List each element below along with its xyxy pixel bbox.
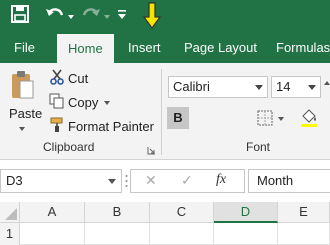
redo-icon	[80, 4, 102, 27]
bold-button[interactable]: B	[167, 107, 189, 129]
column-header-c[interactable]: C	[150, 202, 214, 223]
cancel-entry-icon: ✕	[145, 172, 157, 188]
quick-access-toolbar	[0, 0, 330, 33]
column-header-a[interactable]: A	[20, 202, 85, 223]
paste-dropdown-icon[interactable]	[19, 127, 25, 131]
enter-entry-icon: ✓	[181, 172, 193, 188]
name-box-value: D3	[6, 173, 23, 188]
format-painter-button[interactable]: Format Painter	[68, 119, 154, 134]
undo-dropdown-icon[interactable]	[68, 15, 74, 19]
formula-bar-grip-icon[interactable]	[125, 174, 128, 191]
copy-icon[interactable]	[49, 93, 65, 112]
ribbon-tabs: File Home Insert Page Layout Formulas	[0, 33, 330, 63]
copy-dropdown-icon[interactable]	[104, 101, 110, 105]
font-scroll-icon[interactable]	[324, 79, 330, 98]
tab-formulas[interactable]: Formulas	[276, 33, 330, 63]
cut-icon[interactable]	[49, 69, 65, 88]
copy-button[interactable]: Copy	[68, 95, 98, 110]
chevron-down-icon	[255, 85, 263, 90]
save-icon[interactable]	[10, 4, 30, 27]
name-box[interactable]: D3	[0, 169, 122, 193]
fill-color-icon[interactable]	[300, 108, 318, 131]
font-name-select[interactable]: Calibri	[168, 76, 268, 98]
font-name-value: Calibri	[173, 79, 210, 94]
insert-function-button[interactable]: fx	[216, 172, 226, 188]
formula-input[interactable]: Month	[248, 169, 330, 193]
clipboard-dialog-launcher-icon[interactable]	[147, 144, 156, 158]
formula-bar: D3 ✕ ✓ fx Month	[0, 160, 330, 200]
paste-icon[interactable]	[9, 70, 35, 105]
font-size-select[interactable]: 14	[271, 76, 321, 98]
cell-a1[interactable]	[20, 223, 85, 245]
group-separator	[161, 69, 162, 155]
tab-home[interactable]: Home	[57, 34, 114, 63]
select-all-corner[interactable]	[0, 202, 20, 223]
cell-b1[interactable]	[85, 223, 150, 245]
tab-insert[interactable]: Insert	[128, 33, 161, 63]
clipboard-group-label: Clipboard	[43, 140, 95, 154]
customize-qat-icon[interactable]	[116, 9, 128, 24]
chevron-down-icon	[108, 179, 116, 184]
border-icon[interactable]	[257, 110, 273, 129]
ribbon: Paste Cut Copy Format Painter Clipboard …	[0, 63, 330, 160]
down-arrow-icon	[142, 2, 162, 33]
paste-button[interactable]: Paste	[9, 106, 42, 121]
formula-buttons: ✕ ✓ fx	[130, 169, 245, 193]
chevron-down-icon	[308, 85, 316, 90]
formula-content: Month	[257, 173, 294, 188]
column-header-e[interactable]: E	[278, 202, 330, 223]
cell-e1[interactable]	[278, 223, 330, 245]
tab-file[interactable]: File	[14, 33, 35, 63]
font-group-label: Font	[246, 140, 271, 154]
column-header-b[interactable]: B	[85, 202, 150, 223]
border-dropdown-icon[interactable]	[278, 117, 284, 121]
row-header-1[interactable]: 1	[0, 223, 20, 245]
format-painter-icon[interactable]	[49, 117, 65, 136]
undo-icon[interactable]	[44, 4, 66, 27]
cut-button[interactable]: Cut	[68, 71, 88, 86]
font-size-value: 14	[276, 79, 291, 94]
tab-page-layout[interactable]: Page Layout	[184, 33, 257, 63]
redo-dropdown-icon	[104, 15, 110, 19]
cell-d1[interactable]	[214, 223, 278, 245]
column-header-d[interactable]: D	[214, 202, 278, 223]
cell-c1[interactable]	[150, 223, 214, 245]
